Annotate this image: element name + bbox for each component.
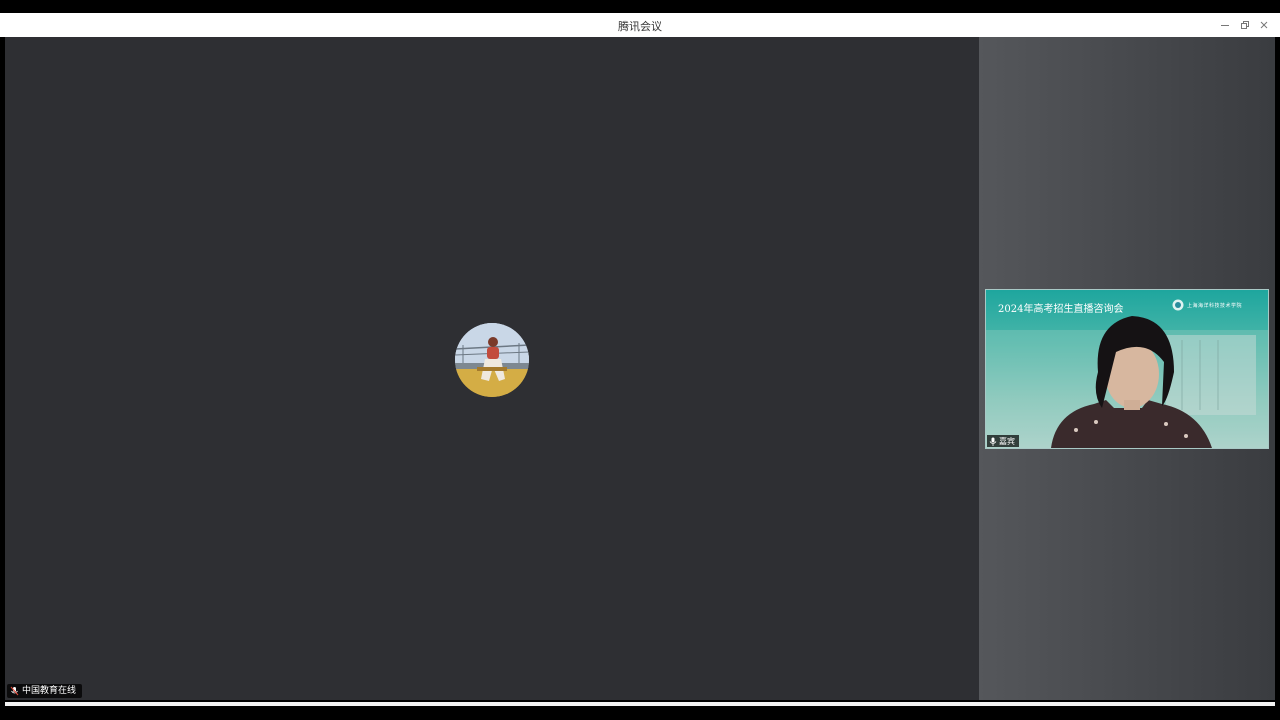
school-name: 上海海洋科技技术学院 bbox=[1187, 302, 1243, 309]
participant-avatar bbox=[455, 323, 529, 397]
avatar-photo bbox=[455, 323, 529, 397]
restore-icon bbox=[1241, 21, 1249, 29]
participant-name: 中国教育在线 bbox=[22, 686, 77, 696]
window-title: 腾讯会议 bbox=[618, 20, 662, 33]
side-video-panel: 2024年高考招生直播咨询会 上海海洋科技技术学院 嘉宾 bbox=[979, 37, 1275, 700]
meeting-window: 中国教育在线 2024年高考招生直播咨询会 上海海洋科技技术学院 嘉宾 bbox=[5, 37, 1275, 700]
mic-muted-icon bbox=[10, 686, 19, 696]
minimize-icon bbox=[1221, 25, 1229, 26]
main-video-stage[interactable]: 中国教育在线 bbox=[5, 37, 979, 700]
screen-top-border bbox=[0, 0, 1280, 13]
school-emblem-icon bbox=[1172, 299, 1184, 311]
speaker-name-tag: 嘉宾 bbox=[987, 435, 1019, 447]
minimize-button[interactable] bbox=[1216, 16, 1234, 34]
mic-icon bbox=[989, 437, 997, 446]
close-icon bbox=[1260, 21, 1268, 29]
speaker-name: 嘉宾 bbox=[999, 436, 1015, 446]
school-logo: 上海海洋科技技术学院 bbox=[1172, 299, 1242, 311]
restore-button[interactable] bbox=[1236, 16, 1254, 34]
close-button[interactable] bbox=[1255, 16, 1273, 34]
banner-title: 2024年高考招生直播咨询会 bbox=[998, 304, 1124, 315]
window-titlebar[interactable]: 腾讯会议 bbox=[0, 13, 1280, 37]
window-bottom-edge bbox=[5, 702, 1275, 706]
participant-name-tag: 中国教育在线 bbox=[7, 684, 83, 698]
speaker-video-tile[interactable]: 2024年高考招生直播咨询会 上海海洋科技技术学院 嘉宾 bbox=[985, 289, 1269, 449]
